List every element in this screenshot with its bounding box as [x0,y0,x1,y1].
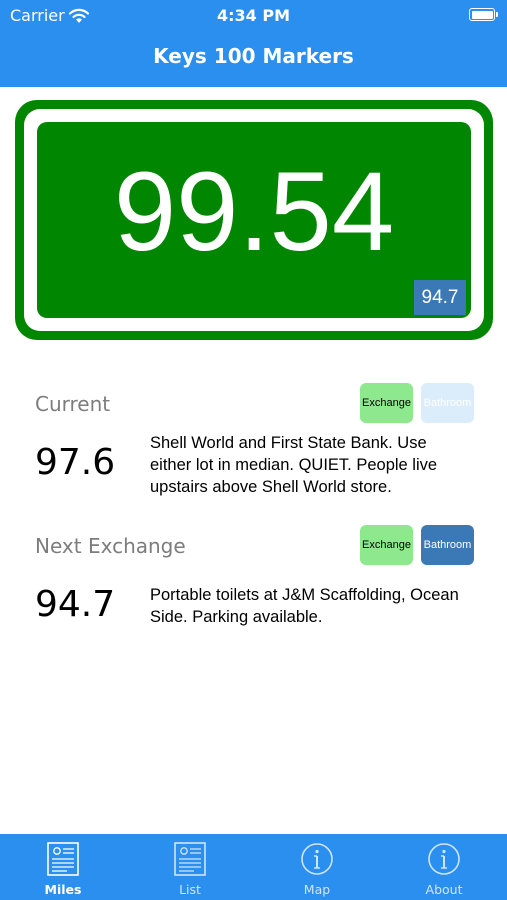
tab-bar: Miles List Map About [0,834,507,900]
next-exchange-badge: 94.7 [414,280,466,315]
next-exchange-section-title: Next Exchange [35,534,186,558]
battery-icon [469,8,498,21]
navigation-header: Carrier 4:34 PM Keys 100 Markers [0,0,507,87]
tab-map[interactable]: Map [254,834,380,900]
sign-mile-value: 99.54 [113,149,395,274]
tab-label: About [425,882,463,897]
tab-label: List [179,882,201,897]
current-mile-value: 97.6 [35,442,116,483]
current-section-title: Current [35,392,111,416]
next-exchange-description: Portable toilets at J&M Scaffolding, Oce… [150,586,459,626]
mile-marker-sign: 99.54 94.7 [15,100,493,340]
tab-label: Miles [44,882,82,897]
document-icon [174,842,206,876]
tab-list[interactable]: List [127,834,253,900]
page-title: Keys 100 Markers [153,44,354,68]
info-icon [301,843,333,875]
status-time: 4:34 PM [216,6,290,25]
current-bathroom-pill: Bathroom [421,383,474,423]
next-exchange-pill: Exchange [360,525,413,565]
info-icon [428,843,460,875]
tab-miles[interactable]: Miles [0,834,126,900]
document-icon [47,842,79,876]
next-exchange-mile-value: 94.7 [35,584,116,625]
tab-label: Map [303,882,331,897]
current-exchange-pill: Exchange [360,383,413,423]
next-bathroom-pill: Bathroom [421,525,474,565]
current-description: Shell World and First State Bank. Use ei… [150,434,438,496]
status-bar: Carrier 4:34 PM [0,0,507,32]
tab-about[interactable]: About [381,834,507,900]
